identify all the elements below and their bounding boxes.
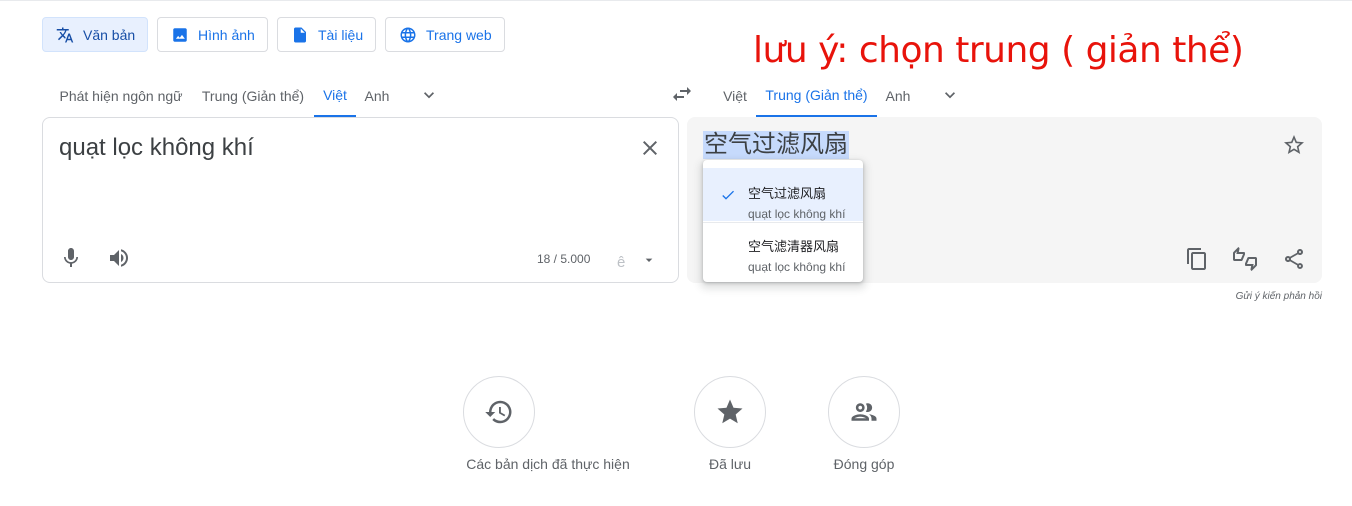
- target-lang-vietnamese-tab[interactable]: Việt: [714, 74, 756, 117]
- source-lang-dropdown[interactable]: [416, 83, 442, 107]
- alternative-back-translation: quạt lọc không khí: [748, 207, 846, 221]
- character-count: 18 / 5.000: [537, 252, 591, 266]
- thumbs-up-down-icon: [1233, 247, 1257, 271]
- mode-image-button[interactable]: Hình ảnh: [157, 17, 268, 52]
- target-lang-dropdown[interactable]: [937, 83, 963, 107]
- microphone-icon: [64, 248, 78, 267]
- source-lang-english-tab[interactable]: Anh: [356, 74, 398, 117]
- saved-label: Đã lưu: [708, 456, 752, 472]
- contribute-button[interactable]: [828, 376, 900, 448]
- annotation-note: lưu ý: chọn trung ( giản thể): [753, 30, 1244, 71]
- voice-input-button[interactable]: [58, 245, 84, 271]
- translation-text[interactable]: 空气过滤风扇: [703, 131, 849, 159]
- mode-text-label: Văn bản: [83, 26, 136, 43]
- alternative-translation-item[interactable]: 空气过滤风扇 quạt lọc không khí: [703, 168, 863, 221]
- copy-translation-button[interactable]: [1184, 246, 1210, 272]
- alternative-translations-menu: 空气过滤风扇 quạt lọc không khí 空气滤清器风扇 quạt l…: [703, 160, 863, 282]
- history-icon: [485, 400, 512, 424]
- translate-icon: [56, 27, 74, 42]
- history-label: Các bản dịch đã thực hiện: [466, 456, 630, 472]
- mode-document-label: Tài liệu: [318, 26, 364, 43]
- alternative-text: 空气过滤风扇: [748, 186, 827, 201]
- target-lang-english-tab[interactable]: Anh: [877, 74, 919, 117]
- rate-translation-button[interactable]: [1232, 246, 1258, 272]
- alternative-translation-item[interactable]: 空气滤清器风扇 quạt lọc không khí: [703, 221, 863, 274]
- chevron-down-icon: [424, 92, 434, 99]
- mode-document-button[interactable]: Tài liệu: [277, 17, 377, 52]
- star-icon: [717, 399, 743, 424]
- swap-icon: [673, 87, 691, 101]
- source-text-input[interactable]: quạt lọc không khí: [59, 134, 254, 162]
- clear-source-button[interactable]: [638, 136, 662, 160]
- caret-down-icon: [645, 258, 653, 262]
- input-tool-button[interactable]: ê: [617, 254, 625, 271]
- share-icon: [1285, 249, 1303, 269]
- saved-button[interactable]: [694, 376, 766, 448]
- source-lang-vietnamese-tab[interactable]: Việt: [314, 74, 356, 117]
- share-translation-button[interactable]: [1281, 246, 1307, 272]
- chevron-down-icon: [945, 92, 955, 99]
- source-lang-chinese-tab[interactable]: Trung (Giản thể): [192, 74, 314, 117]
- target-lang-chinese-tab[interactable]: Trung (Giản thể): [756, 74, 877, 117]
- top-divider: [0, 0, 1352, 1]
- swap-languages-button[interactable]: [670, 82, 694, 106]
- document-icon: [294, 27, 306, 42]
- people-icon: [851, 403, 877, 421]
- speaker-icon: [110, 249, 128, 267]
- close-icon: [643, 141, 657, 155]
- alternative-text: 空气滤清器风扇: [748, 239, 840, 254]
- contribute-label: Đóng góp: [833, 456, 895, 472]
- check-icon: [720, 187, 736, 203]
- mode-website-button[interactable]: Trang web: [385, 17, 505, 52]
- listen-source-button[interactable]: [106, 245, 132, 271]
- mode-image-label: Hình ảnh: [198, 26, 255, 43]
- mode-text-button[interactable]: Văn bản: [42, 17, 149, 52]
- save-translation-button[interactable]: [1282, 133, 1306, 157]
- image-icon: [173, 27, 187, 42]
- source-text-panel: quạt lọc không khí 18 / 5.000 ê: [42, 117, 679, 283]
- alternative-back-translation: quạt lọc không khí: [748, 260, 846, 274]
- source-lang-detect-tab[interactable]: Phát hiện ngôn ngữ: [50, 74, 192, 117]
- mode-website-label: Trang web: [426, 26, 492, 43]
- send-feedback-link[interactable]: Gửi ý kiến phản hồi: [1150, 291, 1322, 302]
- copy-icon: [1187, 248, 1206, 270]
- input-tool-dropdown[interactable]: [641, 252, 657, 268]
- globe-icon: [400, 27, 416, 42]
- history-button[interactable]: [463, 376, 535, 448]
- star-outline-icon: [1284, 135, 1304, 154]
